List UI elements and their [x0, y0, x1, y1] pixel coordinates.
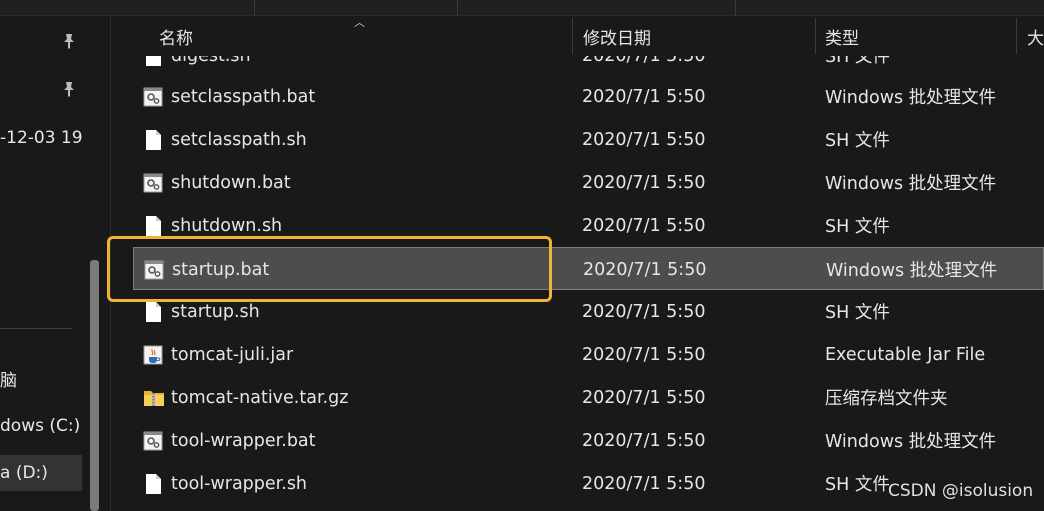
nav-item-drive-d[interactable]: a (D:)	[0, 455, 82, 491]
column-divider[interactable]	[572, 18, 573, 54]
file-name: tool-wrapper.bat	[171, 430, 316, 451]
column-header-name[interactable]: 名称	[153, 16, 571, 56]
shell-file-icon	[143, 129, 163, 151]
file-type: SH 文件	[825, 303, 890, 323]
navigation-pane: -12-03 19 脑 dows (C:) a (D:)	[0, 16, 110, 511]
java-jar-icon	[143, 344, 163, 366]
quick-access-date: -12-03 19	[0, 128, 83, 148]
file-name: setclasspath.bat	[171, 86, 316, 107]
file-row[interactable]: tool-wrapper.bat 2020/7/1 5:50 Windows 批…	[133, 419, 1044, 462]
file-row[interactable]: tomcat-native.tar.gz 2020/7/1 5:50 压缩存档文…	[133, 376, 1044, 419]
column-header-date[interactable]: 修改日期	[577, 16, 815, 56]
column-header-type[interactable]: 类型	[819, 16, 1015, 56]
file-date: 2020/7/1 5:50	[582, 387, 706, 408]
column-header-size-label: 大	[1027, 28, 1044, 49]
pin-icon[interactable]	[58, 78, 80, 100]
file-date: 2020/7/1 5:50	[582, 129, 706, 150]
file-type: SH 文件	[825, 217, 890, 237]
shell-file-icon	[143, 473, 163, 495]
nav-item-this-pc[interactable]: 脑	[0, 366, 17, 391]
file-date: 2020/7/1 5:50	[583, 259, 707, 280]
shell-file-icon	[143, 301, 163, 323]
zip-folder-icon	[143, 387, 164, 409]
file-row[interactable]: setclasspath.sh 2020/7/1 5:50 SH 文件	[133, 118, 1044, 161]
file-type: SH 文件	[825, 56, 890, 67]
file-type: Windows 批处理文件	[825, 432, 997, 452]
file-name: tool-wrapper.sh	[171, 473, 308, 494]
file-name: setclasspath.sh	[171, 129, 307, 150]
nav-scrollbar[interactable]	[90, 260, 99, 511]
file-date: 2020/7/1 5:50	[582, 344, 706, 365]
file-date: 2020/7/1 5:50	[582, 301, 706, 322]
file-row[interactable]: setclasspath.bat 2020/7/1 5:50 Windows 批…	[133, 75, 1044, 118]
column-header-size[interactable]: 大	[1021, 16, 1044, 56]
file-row[interactable]: digest.sh 2020/7/1 5:50 SH 文件	[133, 56, 1044, 77]
file-name: tomcat-juli.jar	[171, 344, 294, 365]
file-date: 2020/7/1 5:50	[582, 86, 706, 107]
file-date: 2020/7/1 5:50	[582, 430, 706, 451]
nav-item-drive-c[interactable]: dows (C:)	[0, 408, 82, 444]
highlight-annotation	[107, 236, 552, 302]
file-type: SH 文件	[825, 131, 890, 151]
batch-file-icon	[143, 172, 163, 194]
file-type: Windows 批处理文件	[825, 88, 997, 108]
drive-c-label: dows (C:)	[0, 416, 81, 436]
file-date: 2020/7/1 5:50	[582, 473, 706, 494]
batch-file-icon	[143, 430, 163, 452]
file-name: digest.sh	[171, 56, 251, 77]
column-header-name-label: 名称	[159, 28, 193, 49]
shell-file-icon	[143, 215, 163, 237]
file-name: shutdown.bat	[171, 172, 291, 193]
nav-separator	[0, 328, 72, 329]
file-row[interactable]: shutdown.bat 2020/7/1 5:50 Windows 批处理文件	[133, 161, 1044, 204]
file-date: 2020/7/1 5:50	[582, 215, 706, 236]
top-toolbar-strip	[0, 0, 1044, 16]
toolbar-segment	[458, 0, 736, 16]
column-divider[interactable]	[1016, 18, 1017, 54]
column-header-date-label: 修改日期	[583, 28, 651, 49]
drive-d-label: a (D:)	[0, 463, 48, 483]
file-type: Executable Jar File	[825, 344, 986, 365]
file-type: SH 文件	[825, 475, 890, 495]
watermark: CSDN @isolusion	[888, 481, 1034, 501]
shell-file-icon	[143, 56, 163, 67]
pin-icon[interactable]	[58, 30, 80, 52]
file-date: 2020/7/1 5:50	[582, 172, 706, 193]
column-header-type-label: 类型	[825, 28, 859, 49]
column-header-row: ︿ 名称 修改日期 类型 大	[111, 16, 1044, 56]
column-divider[interactable]	[815, 18, 816, 54]
toolbar-segment	[0, 0, 255, 16]
batch-file-icon	[143, 86, 163, 108]
file-name: tomcat-native.tar.gz	[171, 387, 349, 408]
file-type: Windows 批处理文件	[826, 261, 998, 281]
file-type: 压缩存档文件夹	[825, 389, 948, 409]
file-row[interactable]: tomcat-juli.jar 2020/7/1 5:50 Executable…	[133, 333, 1044, 376]
file-type: Windows 批处理文件	[825, 174, 997, 194]
file-date: 2020/7/1 5:50	[582, 56, 705, 77]
